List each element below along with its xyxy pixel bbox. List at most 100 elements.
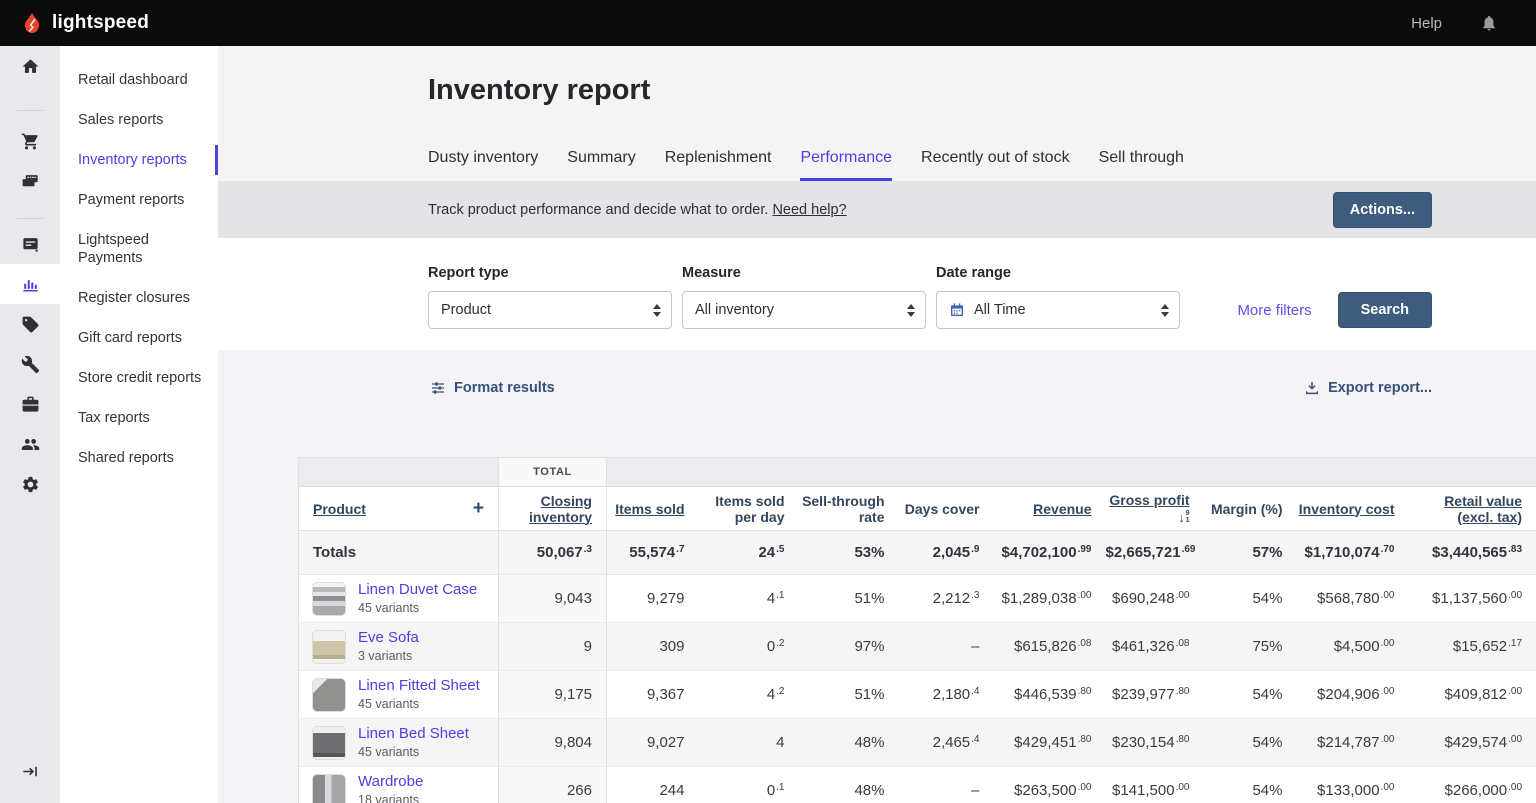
- tab-recently-out-of-stock[interactable]: Recently out of stock: [921, 149, 1070, 181]
- table-cell: $446,539.80: [993, 670, 1106, 719]
- collapse-icon[interactable]: [0, 751, 60, 791]
- sidebar-item-payment-reports[interactable]: Payment reports: [60, 180, 218, 220]
- report-type-select[interactable]: Product: [428, 291, 672, 329]
- tab-performance[interactable]: Performance: [800, 149, 893, 181]
- home-icon[interactable]: [0, 46, 60, 86]
- performance-table: TOTAL Product + Closing inventory Items sold…: [298, 457, 1536, 803]
- table-row: Wardrobe 18 variants 266 244 0.1 48% – $263,500…: [298, 766, 1536, 803]
- column-header-retail-value-excl-tax[interactable]: Retail value (excl. tax): [1408, 486, 1536, 531]
- product-variants: 3 variants: [358, 649, 413, 663]
- table-header-row: Product + Closing inventory Items sold Items…: [298, 486, 1536, 531]
- table-cell: $204,906.00: [1296, 670, 1409, 719]
- tab-replenishment[interactable]: Replenishment: [665, 149, 772, 181]
- tab-dusty-inventory[interactable]: Dusty inventory: [428, 149, 538, 181]
- sidebar-item-inventory-reports[interactable]: Inventory reports: [60, 140, 218, 180]
- date-range-select[interactable]: All Time: [936, 291, 1180, 329]
- more-filters-link[interactable]: More filters: [1237, 302, 1311, 319]
- table-cell: $214,787.00: [1296, 718, 1409, 767]
- sidebar-item-retail-dashboard[interactable]: Retail dashboard: [60, 60, 218, 100]
- product-link[interactable]: Linen Fitted Sheet: [358, 677, 480, 694]
- table-cell: $568,780.00: [1296, 574, 1409, 623]
- table-cell: 9,804: [498, 718, 607, 767]
- product-link[interactable]: Wardrobe: [358, 773, 423, 790]
- table-cell: 54%: [1203, 670, 1297, 719]
- totals-cell: $1,710,074.70: [1296, 530, 1409, 575]
- tab-summary[interactable]: Summary: [567, 149, 635, 181]
- measure-label: Measure: [682, 265, 741, 281]
- column-header-days-cover: Days cover: [898, 486, 994, 531]
- sidebar-item-lightspeed-payments[interactable]: Lightspeed Payments: [60, 220, 218, 278]
- tab-sell-through[interactable]: Sell through: [1099, 149, 1184, 181]
- settings-icon[interactable]: [0, 464, 60, 504]
- product-cell: Linen Fitted Sheet 45 variants: [298, 670, 499, 719]
- sidebar-item-store-credit-reports[interactable]: Store credit reports: [60, 358, 218, 398]
- sliders-icon: [432, 382, 444, 394]
- rail-divider: [17, 218, 43, 219]
- column-header-product[interactable]: Product +: [298, 486, 499, 531]
- add-column-button[interactable]: +: [473, 499, 484, 518]
- lightspeed-logo[interactable]: lightspeed: [20, 11, 149, 35]
- table-cell: 48%: [798, 718, 899, 767]
- product-cell: Linen Bed Sheet 45 variants: [298, 718, 499, 767]
- customers-icon[interactable]: [0, 424, 60, 464]
- wrench-icon[interactable]: [0, 344, 60, 384]
- table-cell: 4.1: [698, 574, 799, 623]
- need-help-link[interactable]: Need help?: [772, 202, 846, 218]
- table-cell: 51%: [798, 574, 899, 623]
- column-header-sell-through-rate: Sell-through rate: [798, 486, 899, 531]
- totals-cell: 55,574.7: [606, 530, 699, 575]
- table-cell: $429,574.00: [1408, 718, 1536, 767]
- column-header-revenue[interactable]: Revenue: [993, 486, 1106, 531]
- bell-icon[interactable]: [1480, 14, 1498, 32]
- table-group-header-row: TOTAL: [298, 457, 1536, 487]
- column-header-items-sold[interactable]: Items sold: [606, 486, 699, 531]
- table-cell: 9,027: [606, 718, 699, 767]
- measure-select[interactable]: All inventory: [682, 291, 926, 329]
- cart-icon[interactable]: [0, 121, 60, 161]
- banner-text: Track product performance and decide wha…: [428, 202, 847, 218]
- column-header-inventory-cost[interactable]: Inventory cost: [1296, 486, 1409, 531]
- product-variants: 18 variants: [358, 793, 420, 803]
- product-thumbnail: [312, 677, 346, 712]
- totals-cell: $2,665,721.69: [1105, 530, 1204, 575]
- sidebar-item-shared-reports[interactable]: Shared reports: [60, 438, 218, 478]
- product-thumbnail: [312, 581, 346, 616]
- actions-button[interactable]: Actions...: [1332, 191, 1432, 228]
- totals-cell: 50,067.3: [498, 530, 607, 575]
- product-cell: Linen Duvet Case 45 variants: [298, 574, 499, 623]
- reports-icon[interactable]: [0, 264, 60, 304]
- sidebar-item-tax-reports[interactable]: Tax reports: [60, 398, 218, 438]
- export-report-link[interactable]: Export report...: [1304, 380, 1432, 396]
- register-icon[interactable]: [0, 161, 60, 201]
- table-cell: 2,212.3: [898, 574, 994, 623]
- product-link[interactable]: Eve Sofa: [358, 629, 419, 646]
- product-cell: Eve Sofa 3 variants: [298, 622, 499, 671]
- report-type-label: Report type: [428, 265, 509, 281]
- sidebar-item-register-closures[interactable]: Register closures: [60, 278, 218, 318]
- tag-icon[interactable]: [0, 304, 60, 344]
- help-link[interactable]: Help: [1411, 15, 1442, 32]
- product-thumbnail: [312, 629, 346, 664]
- search-button[interactable]: Search: [1337, 292, 1432, 328]
- column-header-gross-profit[interactable]: Gross profit ↓ 9 1: [1105, 486, 1204, 531]
- banner-message: Track product performance and decide wha…: [428, 201, 769, 218]
- table-cell: –: [898, 622, 994, 671]
- product-link[interactable]: Linen Duvet Case: [358, 581, 477, 598]
- sidebar-item-gift-card-reports[interactable]: Gift card reports: [60, 318, 218, 358]
- table-cell: $239,977.80: [1105, 670, 1204, 719]
- format-results-link[interactable]: Format results: [430, 380, 555, 396]
- product-link[interactable]: Linen Bed Sheet: [358, 725, 469, 742]
- table-cell: $266,000.00: [1408, 766, 1536, 803]
- sidebar-item-sales-reports[interactable]: Sales reports: [60, 100, 218, 140]
- format-results-label: Format results: [454, 380, 555, 396]
- rail-divider: [17, 110, 43, 111]
- product-variants: 45 variants: [358, 697, 420, 711]
- toolbox-icon[interactable]: [0, 384, 60, 424]
- totals-cell: 53%: [798, 530, 899, 575]
- column-header-closing-inventory[interactable]: Closing inventory: [498, 486, 607, 531]
- receipt-icon[interactable]: [0, 224, 60, 264]
- table-cell: 9,043: [498, 574, 607, 623]
- table-cell: 97%: [798, 622, 899, 671]
- spinner-icon: [907, 303, 915, 317]
- report-type-value: Product: [441, 302, 491, 318]
